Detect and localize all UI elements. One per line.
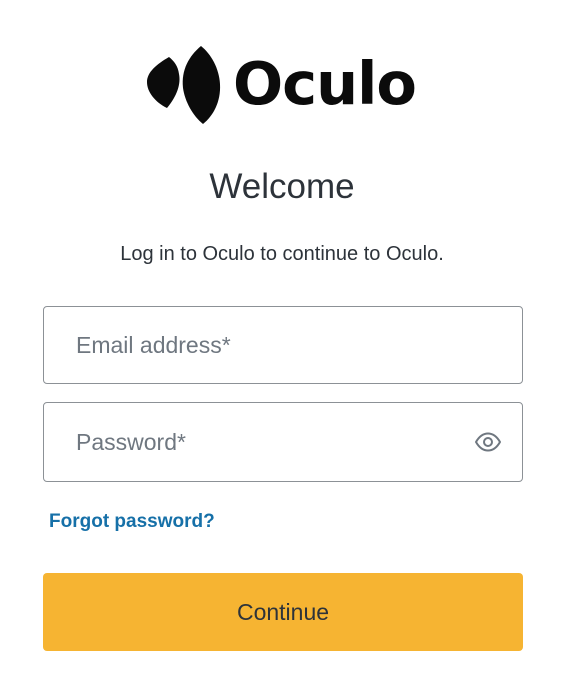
oculo-leaf-mark-icon [147, 46, 221, 124]
eye-icon [475, 432, 501, 452]
forgot-password-link[interactable]: Forgot password? [49, 510, 215, 534]
oculo-logo: Oculo [145, 44, 417, 126]
continue-button[interactable]: Continue [43, 573, 523, 651]
login-page: Oculo Welcome Log in to Oculo to continu… [0, 0, 564, 675]
password-field [43, 402, 523, 482]
email-input[interactable] [44, 307, 522, 383]
email-field [43, 306, 523, 384]
page-subtitle: Log in to Oculo to continue to Oculo. [120, 243, 444, 265]
password-input[interactable] [44, 403, 522, 481]
show-password-toggle[interactable] [472, 429, 504, 455]
page-title: Welcome [209, 167, 355, 206]
brand-wordmark: Oculo [233, 48, 417, 118]
